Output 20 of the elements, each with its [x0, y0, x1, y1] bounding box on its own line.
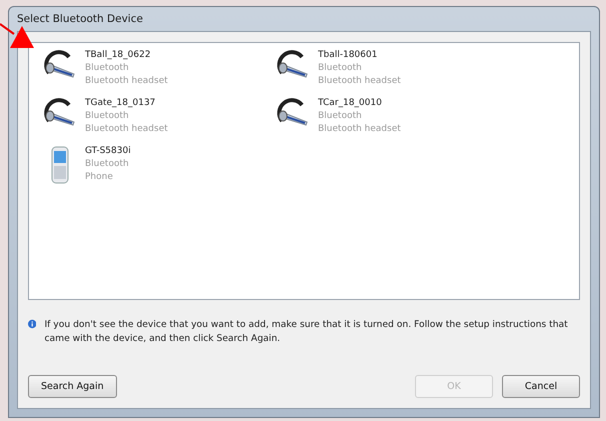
- info-text: If you don't see the device that you want to add, make sure that it is turned on. Follow the setup instructions that came with the device, and then click Search Again.: [44, 318, 569, 346]
- device-type: Bluetooth: [85, 110, 130, 123]
- device-category: Phone: [85, 171, 114, 184]
- device-type: Bluetooth: [318, 62, 363, 75]
- info-icon: [28, 318, 36, 330]
- device-name[interactable]: TGate_18_0137: [85, 97, 168, 110]
- device-type: Bluetooth: [85, 158, 130, 171]
- device-name[interactable]: TCar_18_0010: [318, 97, 401, 110]
- device-type: Bluetooth: [85, 62, 130, 75]
- device-category: Bluetooth headset: [85, 75, 168, 88]
- window-title: Select Bluetooth Device: [17, 12, 144, 27]
- device-name[interactable]: GT-S5830i: [85, 145, 131, 158]
- device-category: Bluetooth headset: [85, 123, 168, 136]
- device-category: Bluetooth headset: [318, 123, 401, 136]
- device-type: Bluetooth: [318, 110, 363, 123]
- dialog-button[interactable]: Search Again: [28, 375, 117, 398]
- device-name[interactable]: TBall_18_0622: [85, 49, 168, 62]
- device-category: Bluetooth headset: [318, 75, 401, 88]
- dialog-button[interactable]: Cancel: [502, 375, 580, 398]
- device-name[interactable]: Tball-180601: [318, 49, 401, 62]
